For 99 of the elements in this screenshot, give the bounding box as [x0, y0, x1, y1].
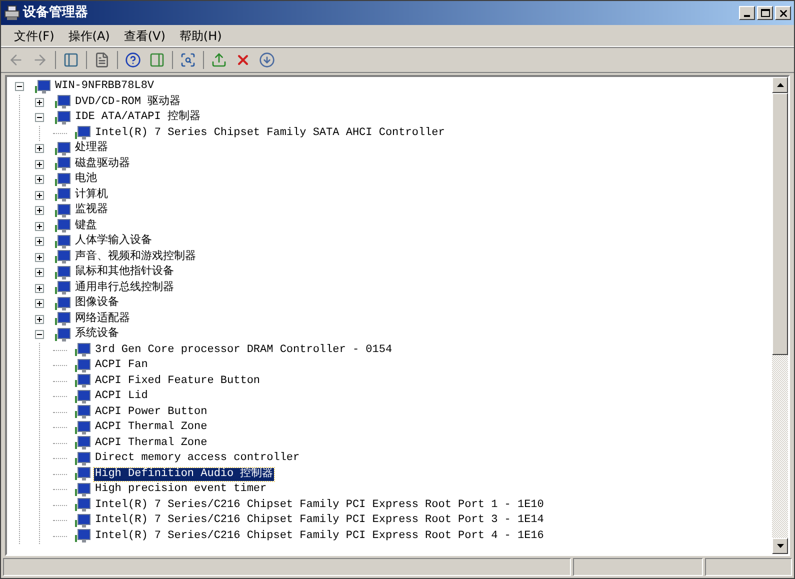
- up-arrow-icon: [776, 83, 784, 87]
- computer-icon: [4, 5, 20, 21]
- expand-box[interactable]: [35, 237, 44, 246]
- monitor-icon: [75, 358, 91, 373]
- tree-item[interactable]: Intel(R) 7 Series Chipset Family SATA AHCI Controller: [94, 126, 446, 140]
- minimize-button[interactable]: [739, 6, 755, 20]
- monitor-icon: [55, 172, 71, 187]
- expand-box[interactable]: [35, 284, 44, 293]
- window-title: 设备管理器: [23, 4, 88, 22]
- tree-item[interactable]: 人体学输入设备: [74, 235, 153, 248]
- tree-item[interactable]: ACPI Thermal Zone: [94, 421, 208, 434]
- monitor-icon: [55, 188, 71, 202]
- monitor-icon: [55, 204, 71, 218]
- expand-box[interactable]: [35, 98, 44, 107]
- expand-box[interactable]: [35, 252, 44, 262]
- collapse-box[interactable]: [15, 82, 24, 92]
- expand-box[interactable]: [35, 268, 44, 278]
- monitor-icon: [75, 514, 91, 528]
- tree-item[interactable]: 图像设备: [74, 297, 120, 310]
- download-icon: [259, 52, 275, 68]
- monitor-icon: [55, 296, 71, 311]
- monitor-icon: [55, 219, 71, 234]
- tree-item[interactable]: DVD/CD-ROM 驱动器: [74, 96, 182, 109]
- x-icon: [235, 52, 251, 68]
- monitor-icon: [75, 529, 91, 544]
- menu-item[interactable]: 文件(F): [7, 26, 62, 44]
- menu-item[interactable]: 操作(A): [61, 26, 117, 44]
- monitor-icon: [35, 80, 51, 94]
- monitor-icon: [55, 266, 71, 280]
- scan-icon: [180, 52, 196, 68]
- monitor-icon: [55, 328, 71, 342]
- collapse-box[interactable]: [35, 113, 44, 122]
- tree-item[interactable]: ACPI Fan: [94, 359, 149, 372]
- tree-item[interactable]: ACPI Power Button: [94, 406, 208, 419]
- monitor-icon: [55, 110, 71, 125]
- tree-item[interactable]: 系统设备: [74, 328, 120, 342]
- monitor-icon: [75, 374, 91, 388]
- help-icon: [125, 52, 141, 68]
- monitor-icon: [75, 420, 91, 435]
- tree-item[interactable]: ACPI Fixed Feature Button: [94, 374, 262, 388]
- tree-item[interactable]: Intel(R) 7 Series/C216 Chipset Family PCI Express Root Port 1 - 1E10: [94, 498, 545, 512]
- monitor-icon: [55, 142, 71, 156]
- upload-icon: [211, 52, 227, 68]
- expand-box[interactable]: [35, 206, 44, 216]
- tree-item[interactable]: High precision event timer: [94, 483, 268, 496]
- expand-box[interactable]: [35, 144, 44, 154]
- monitor-icon: [55, 281, 71, 296]
- monitor-icon: [75, 126, 91, 140]
- expand-box[interactable]: [35, 222, 44, 231]
- monitor-icon: [55, 157, 71, 172]
- tree-item[interactable]: 键盘: [74, 220, 98, 233]
- scroll-thumb[interactable]: [772, 93, 788, 355]
- monitor-icon: [75, 405, 91, 420]
- tree-item[interactable]: 3rd Gen Core processor DRAM Controller - 0154: [94, 344, 394, 357]
- tree-item[interactable]: Direct memory access controller: [94, 452, 301, 466]
- maximize-button[interactable]: [757, 6, 773, 20]
- panel-right-icon: [149, 52, 165, 68]
- menu-item[interactable]: 查看(V): [116, 26, 172, 44]
- tree-item[interactable]: 磁盘驱动器: [74, 158, 131, 171]
- tree-item[interactable]: IDE ATA/ATAPI 控制器: [74, 111, 202, 124]
- tree-item[interactable]: ACPI Lid: [94, 390, 149, 404]
- monitor-icon: [75, 452, 91, 466]
- tree-item[interactable]: 声音、视频和游戏控制器: [74, 250, 197, 264]
- monitor-icon: [55, 250, 71, 264]
- tree-item[interactable]: 网络适配器: [74, 312, 131, 326]
- tree-item[interactable]: ACPI Thermal Zone: [94, 436, 208, 450]
- tree-item[interactable]: Intel(R) 7 Series/C216 Chipset Family PCI Express Root Port 3 - 1E14: [94, 514, 545, 528]
- tree-item[interactable]: 鼠标和其他指针设备: [74, 266, 175, 280]
- menu-item[interactable]: 帮助(H): [172, 26, 229, 44]
- close-icon: [778, 8, 788, 18]
- close-button[interactable]: [775, 6, 791, 20]
- tree-item[interactable]: 电池: [74, 173, 98, 186]
- monitor-icon: [75, 498, 91, 512]
- expand-box[interactable]: [35, 314, 44, 324]
- monitor-icon: [75, 482, 91, 497]
- tree-item[interactable]: 通用串行总线控制器: [74, 282, 175, 295]
- expand-box[interactable]: [35, 175, 44, 184]
- monitor-icon: [75, 436, 91, 450]
- expand-box[interactable]: [35, 160, 44, 169]
- tree-item[interactable]: 处理器: [74, 142, 109, 156]
- monitor-icon: [75, 467, 91, 482]
- tree-item[interactable]: Intel(R) 7 Series/C216 Chipset Family PCI Express Root Port 4 - 1E16: [94, 530, 545, 543]
- document-icon: [94, 52, 110, 68]
- scroll-up-button[interactable]: [772, 77, 788, 93]
- down-arrow-icon: [776, 544, 784, 548]
- expand-box[interactable]: [35, 190, 44, 200]
- expand-box[interactable]: [35, 299, 44, 308]
- monitor-icon: [75, 390, 91, 404]
- collapse-box[interactable]: [35, 330, 44, 340]
- scrollbar[interactable]: [772, 77, 788, 554]
- monitor-icon: [75, 343, 91, 358]
- monitor-icon: [55, 95, 71, 110]
- scroll-down-button[interactable]: [772, 538, 788, 554]
- panel-left-icon: [63, 52, 79, 68]
- monitor-icon: [55, 234, 71, 249]
- tree-item[interactable]: 计算机: [74, 188, 109, 202]
- monitor-icon: [55, 312, 71, 326]
- tree-item[interactable]: WIN-9NFRBB78L8V: [54, 80, 156, 94]
- tree-item[interactable]: 监视器: [74, 204, 109, 218]
